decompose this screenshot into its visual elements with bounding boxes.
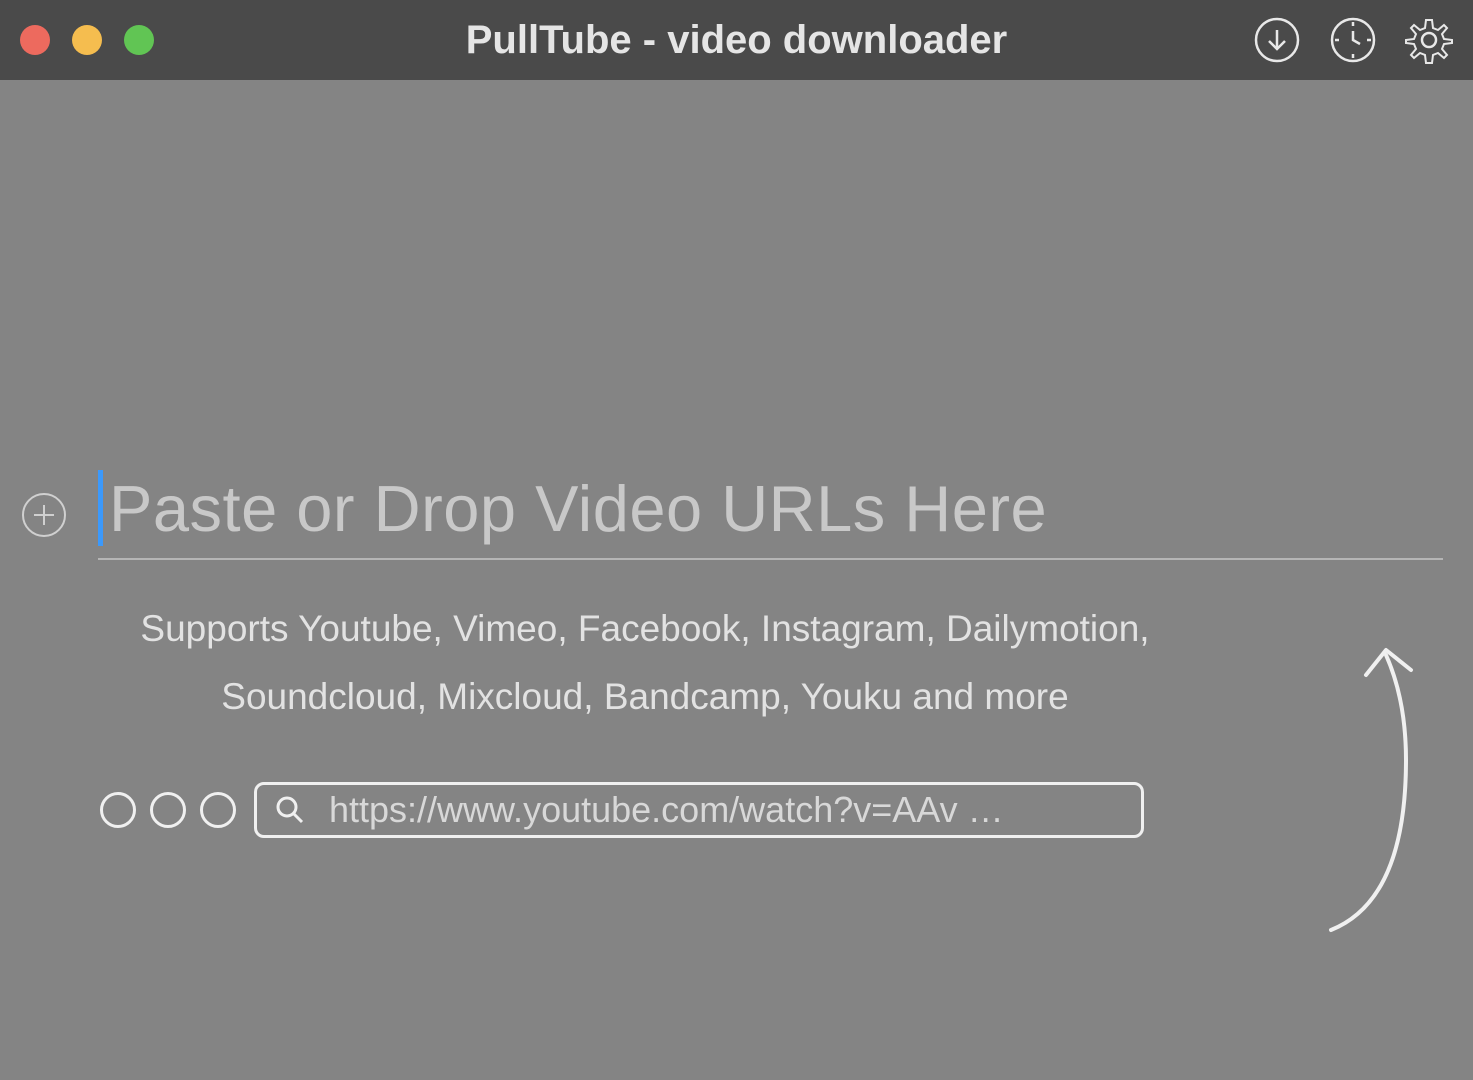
search-icon (275, 795, 305, 825)
settings-button[interactable] (1405, 16, 1453, 64)
window-title: PullTube - video downloader (466, 18, 1008, 63)
circle-icon (150, 792, 186, 828)
browser-circles (100, 792, 236, 828)
main-area: Supports Youtube, Vimeo, Facebook, Insta… (20, 470, 1443, 838)
close-window-button[interactable] (20, 25, 50, 55)
url-input-row (20, 470, 1443, 560)
maximize-window-button[interactable] (124, 25, 154, 55)
supports-text: Supports Youtube, Vimeo, Facebook, Insta… (120, 595, 1170, 732)
content-area: Supports Youtube, Vimeo, Facebook, Insta… (0, 80, 1473, 1080)
circle-icon (100, 792, 136, 828)
downloads-button[interactable] (1253, 16, 1301, 64)
plus-circle-icon (20, 491, 68, 539)
titlebar: PullTube - video downloader (0, 0, 1473, 80)
example-url-text: https://www.youtube.com/watch?v=AAv … (329, 789, 1004, 831)
example-url-bar: https://www.youtube.com/watch?v=AAv … (254, 782, 1144, 838)
traffic-lights (20, 25, 154, 55)
clock-icon (1329, 16, 1377, 64)
gear-icon (1405, 16, 1453, 64)
download-icon (1253, 16, 1301, 64)
add-url-button[interactable] (20, 491, 68, 539)
toolbar-buttons (1253, 16, 1453, 64)
text-cursor (98, 470, 103, 546)
curved-arrow-icon (1311, 640, 1431, 940)
browser-hint: https://www.youtube.com/watch?v=AAv … (100, 782, 1443, 838)
url-input[interactable] (109, 471, 1443, 546)
circle-icon (200, 792, 236, 828)
arrow-hint (1311, 640, 1431, 945)
history-button[interactable] (1329, 16, 1377, 64)
url-input-wrapper (98, 470, 1443, 560)
minimize-window-button[interactable] (72, 25, 102, 55)
